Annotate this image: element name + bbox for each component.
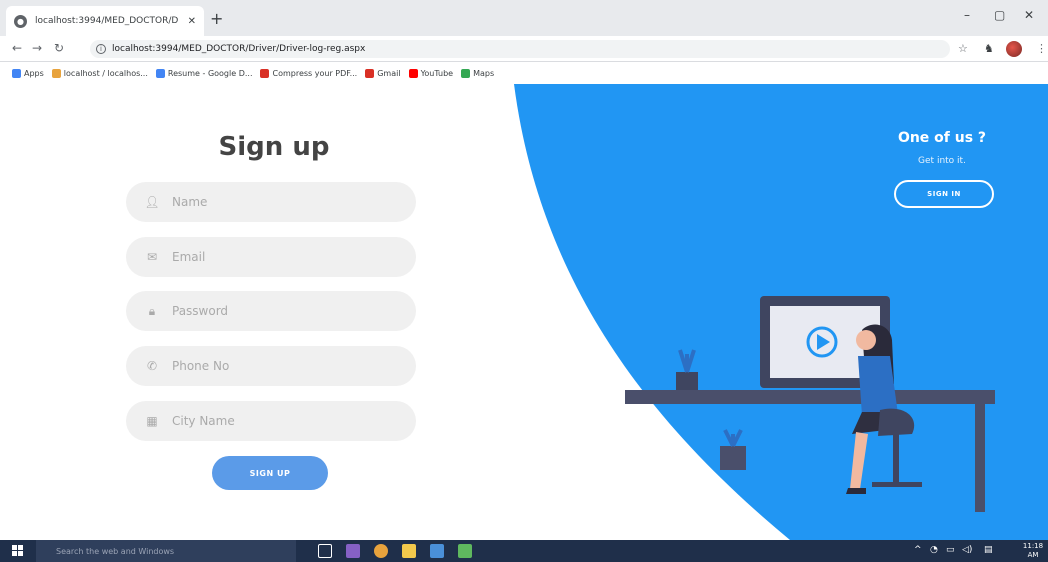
building-icon: ▦	[146, 414, 158, 428]
name-input[interactable]	[172, 195, 402, 209]
visual-studio-icon[interactable]	[346, 544, 360, 558]
desk-leg	[975, 402, 985, 512]
notification-icon[interactable]: ▤	[984, 545, 993, 555]
windows-start-icon[interactable]	[12, 545, 24, 557]
person-head	[856, 330, 876, 350]
profile-avatar[interactable]	[1006, 41, 1022, 57]
windows-taskbar: ^ ◔ ▭ ◁) ▤ 11:18 AM	[0, 540, 1048, 562]
globe-icon: ●	[14, 14, 27, 28]
password-input[interactable]	[172, 304, 402, 318]
signup-title: Sign up	[218, 132, 330, 162]
city-field-wrapper[interactable]: ▦	[126, 401, 416, 441]
battery-icon[interactable]: ▭	[946, 545, 955, 555]
side-heading: One of us ?	[897, 130, 987, 146]
user-icon: 👤︎	[144, 195, 160, 209]
bookmark-item[interactable]: YouTube	[408, 68, 454, 78]
city-input[interactable]	[172, 414, 402, 428]
taskbar-search-input[interactable]	[56, 546, 276, 556]
signup-button[interactable]: SIGN UP	[212, 456, 328, 490]
bookmark-item[interactable]: Maps	[461, 68, 495, 78]
maximize-icon[interactable]: ▢	[994, 8, 1005, 22]
email-field-wrapper[interactable]: ✉	[126, 237, 416, 277]
floor-plant-pot	[720, 446, 746, 470]
bookmark-item[interactable]: Resume - Google D...	[155, 68, 253, 78]
back-icon[interactable]: ←	[12, 41, 22, 55]
bookmark-label: localhost / localhos...	[63, 68, 148, 78]
bookmark-label: Compress your PDF...	[272, 68, 358, 78]
password-field-wrapper[interactable]: 🔒︎	[126, 291, 416, 331]
chair-stem	[893, 434, 899, 482]
kebab-menu-icon[interactable]: ⋮	[1036, 42, 1047, 55]
bookmark-label: Apps	[24, 68, 44, 78]
close-icon[interactable]: ✕	[188, 16, 196, 27]
envelope-icon: ✉	[146, 250, 158, 264]
new-tab-icon[interactable]: +	[210, 9, 223, 28]
window-close-icon[interactable]: ✕	[1024, 8, 1034, 22]
bookmark-label: Gmail	[377, 68, 401, 78]
app-icon[interactable]	[458, 544, 472, 558]
bookmark-item[interactable]: Apps	[12, 68, 44, 78]
bookmark-favicon-icon	[461, 68, 471, 78]
browser-toolbar: ← → ↻ i localhost:3994/MED_DOCTOR/Driver…	[0, 36, 1048, 62]
bookmark-item[interactable]: Compress your PDF...	[260, 68, 358, 78]
store-icon[interactable]	[430, 544, 444, 558]
browser-tab-bar: ● localhost:3994/MED_DOCTOR/D ✕ + – ▢ ✕	[0, 0, 1048, 36]
network-icon[interactable]: ◔	[930, 545, 938, 555]
side-subtitle: Get into it.	[918, 156, 966, 166]
forward-icon[interactable]: →	[32, 41, 42, 55]
phone-field-wrapper[interactable]: ✆	[126, 346, 416, 386]
bookmark-favicon-icon	[408, 68, 418, 78]
phone-input[interactable]	[172, 359, 402, 373]
page-content: Sign up 👤︎ ✉ 🔒︎ ✆ ▦ SIGN UP One of us ? …	[0, 84, 1048, 540]
bookmark-label: Resume - Google D...	[167, 68, 253, 78]
lock-icon: 🔒︎	[148, 303, 156, 318]
extension-icon[interactable]: ♞	[984, 42, 994, 55]
plant-pot	[676, 372, 698, 390]
tab-title: localhost:3994/MED_DOCTOR/D	[35, 16, 179, 26]
bookmark-label: YouTube	[420, 68, 454, 78]
tray-chevron-icon[interactable]: ^	[914, 545, 922, 555]
task-view-icon[interactable]	[318, 544, 332, 558]
chair-base	[872, 482, 922, 487]
bookmark-favicon-icon	[260, 68, 270, 78]
bookmark-item[interactable]: localhost / localhos...	[51, 68, 148, 78]
desk-top	[625, 390, 995, 404]
url-text: localhost:3994/MED_DOCTOR/Driver/Driver-…	[112, 44, 366, 54]
file-explorer-icon[interactable]	[402, 544, 416, 558]
volume-icon[interactable]: ◁)	[962, 545, 972, 555]
taskbar-clock[interactable]: 11:18 AM	[1018, 542, 1048, 560]
taskbar-search[interactable]	[36, 540, 296, 562]
bookmark-favicon-icon	[51, 68, 61, 78]
address-bar[interactable]: i localhost:3994/MED_DOCTOR/Driver/Drive…	[90, 40, 950, 58]
bookmarks-bar: Apps localhost / localhos... Resume - Goog…	[0, 62, 1048, 84]
bookmark-favicon-icon	[12, 68, 21, 78]
bookmark-favicon-icon	[155, 68, 165, 78]
browser-tab[interactable]: ● localhost:3994/MED_DOCTOR/D ✕	[6, 6, 204, 36]
reload-icon[interactable]: ↻	[54, 41, 64, 55]
bookmark-star-icon[interactable]: ☆	[958, 42, 968, 55]
name-field-wrapper[interactable]: 👤︎	[126, 182, 416, 222]
bookmark-label: Maps	[473, 68, 495, 78]
bookmark-item[interactable]: Gmail	[365, 68, 401, 78]
signin-button[interactable]: SIGN IN	[894, 180, 994, 208]
info-icon[interactable]: i	[96, 44, 106, 54]
bookmark-favicon-icon	[365, 68, 375, 78]
minimize-icon[interactable]: –	[964, 8, 970, 22]
chrome-icon[interactable]	[374, 544, 388, 558]
person-shoe	[846, 488, 866, 494]
email-input[interactable]	[172, 250, 402, 264]
phone-icon: ✆	[146, 359, 158, 373]
